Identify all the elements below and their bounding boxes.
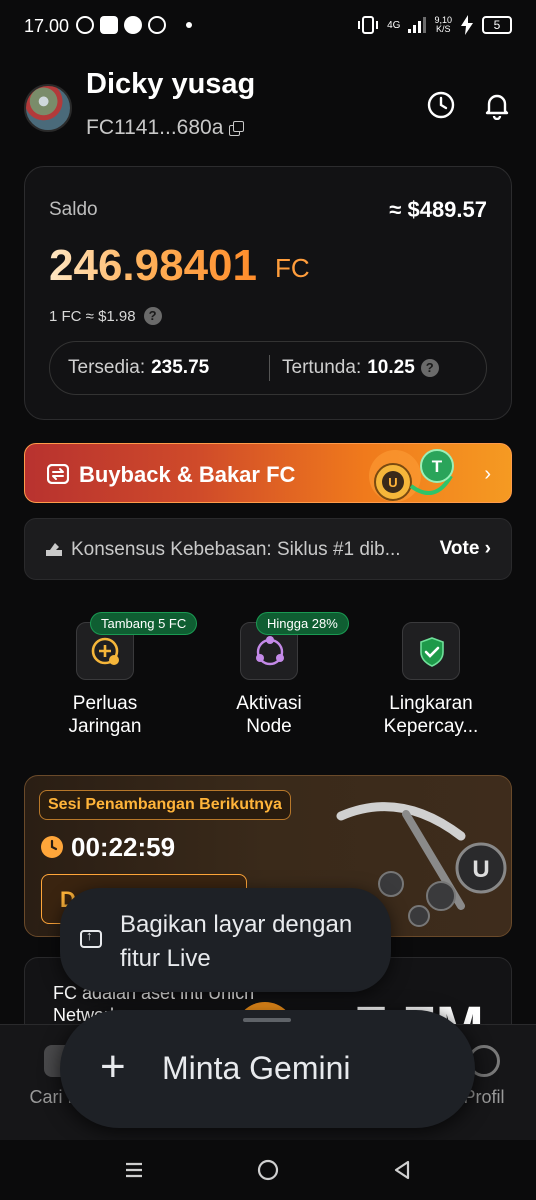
available-value: 235.75 [151,357,210,378]
app-notification-icon [100,16,118,34]
svg-text:U: U [388,475,397,490]
pending-help-icon[interactable]: ? [420,359,439,377]
action-expand-network[interactable]: Tambang 5 FC Perluas Jaringan [20,612,198,760]
balance-label: Saldo [49,199,98,220]
charging-icon [461,15,473,35]
copy-icon[interactable] [229,121,245,136]
buyback-label: Buyback & Bakar FC [79,462,296,487]
action-label: Perluas Jaringan [20,692,190,738]
action-label-line2: Node [246,716,292,737]
username: Dicky yusag [86,68,256,100]
pending-label: Tertunda: [282,357,362,378]
action-activate-node[interactable]: Hingga 28% Aktivasi Node [184,612,354,760]
exchange-rate-text: 1 FC ≈ $1.98 [49,307,136,325]
action-label-line1: Aktivasi [236,693,302,714]
wallet-address-text: FC1141...680a [86,116,224,139]
buyback-burn-banner[interactable]: Buyback & Bakar FC U T › [24,443,512,503]
vibrate-icon [358,16,379,34]
radio-icon [76,16,94,34]
avatar[interactable] [24,84,72,132]
clock-icon [41,836,63,858]
exchange-icon [47,464,69,484]
gemini-prompt-bar[interactable]: + Minta Gemini [60,1010,475,1128]
shield-check-icon [402,622,460,680]
system-nav-bar [0,1140,536,1200]
action-badge: Tambang 5 FC [90,612,198,635]
home-icon[interactable] [256,1158,280,1182]
recents-icon[interactable] [122,1158,146,1182]
divider [269,355,270,381]
status-time: 17.00 [24,16,70,36]
ballot-icon [46,543,62,556]
balance-amount: 246.98401 [49,241,257,290]
svg-text:U: U [472,856,489,883]
svg-text:T: T [432,457,443,476]
mining-session-badge: Sesi Penambangan Berikutnya [39,790,291,820]
balance-unit: FC [275,253,310,283]
pending-balance: Tertunda: 10.25 ? [282,357,439,379]
whatsapp-icon [148,16,166,34]
network-speed-unit: K/S [435,24,451,34]
mining-countdown: 00:22:59 [71,832,176,862]
action-badge: Hingga 28% [256,612,349,635]
vote-button[interactable]: Vote › [440,538,491,560]
action-label-line1: Lingkaran [389,693,473,714]
action-label: Aktivasi Node [184,692,354,738]
available-balance: Tersedia: 235.75 [68,357,209,379]
battery-level: 5 [482,16,512,34]
back-icon[interactable] [390,1158,414,1182]
coins-illustration-icon: U T [369,449,454,502]
action-label-line2: Kepercay... [383,716,479,737]
network-type: 4G [387,19,401,31]
share-live-text: Bagikan layar dengan fitur Live [120,911,353,972]
signal-icon [408,17,427,33]
pending-value: 10.25 [367,357,415,378]
network-speed: 9,10 K/S [434,16,452,34]
plus-icon[interactable]: + [100,1042,126,1092]
more-notifications-dot [186,22,192,28]
drag-handle[interactable] [243,1018,291,1022]
chevron-right-icon: › [484,463,491,485]
help-icon[interactable]: ? [143,307,162,325]
wallet-address[interactable]: FC1141...680a [86,116,245,140]
balance-card: Saldo ≈ $489.57 246.98401 FC 1 FC ≈ $1.9… [24,166,512,420]
notification-icons [76,16,192,34]
system-status-icons: 4G 9,10 K/S 5 [357,15,512,35]
action-label-line1: Perluas [72,693,138,714]
status-bar: 17.00 4G 9,10 K/S 5 [0,0,536,56]
consensus-vote-bar[interactable]: Konsensus Kebebasan: Siklus #1 dib... Vo… [24,518,512,580]
vote-button-label: Vote [439,538,480,559]
exchange-rate: 1 FC ≈ $1.98 ? [49,307,162,325]
action-trust-circle[interactable]: Lingkaran Kepercay... [346,620,516,760]
gemini-prompt-label: Minta Gemini [162,1050,351,1086]
action-label: Lingkaran Kepercay... [346,692,516,738]
history-clock-icon[interactable] [426,90,456,120]
share-screen-live-chip[interactable]: Bagikan layar dengan fitur Live [60,888,391,992]
available-label: Tersedia: [68,357,146,378]
play-icon [124,16,142,34]
share-screen-icon [80,928,102,948]
balance-usd-value: ≈ $489.57 [389,197,487,222]
notification-bell-icon[interactable] [482,90,512,120]
action-label-line2: Jaringan [68,716,142,737]
consensus-text: Konsensus Kebebasan: Siklus #1 dib... [71,539,401,560]
balance-breakdown: Tersedia: 235.75 Tertunda: 10.25 ? [49,341,487,395]
